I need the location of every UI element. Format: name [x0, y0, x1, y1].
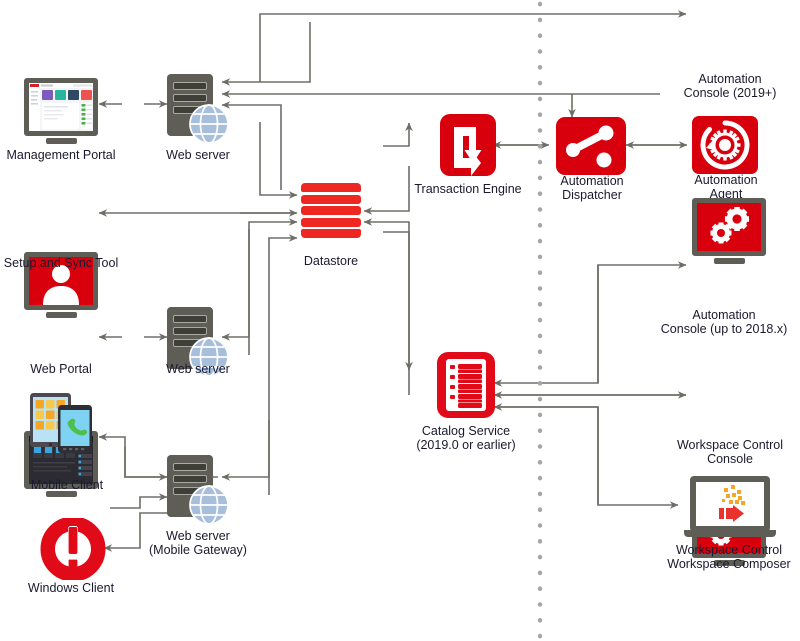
edge-webserver-to-datastore	[259, 122, 298, 199]
node-label-web-server-mid: Web server	[166, 362, 230, 376]
datastore-stack-icon	[301, 183, 361, 245]
server-bay	[173, 475, 207, 483]
node-label-datastore: Datastore	[303, 254, 359, 268]
edge-catalog-to-workspace-composer	[494, 406, 679, 509]
node-label-web-server-mobile-gateway: Web server (Mobile Gateway)	[149, 529, 247, 557]
node-workspace-composer[interactable]	[684, 476, 776, 538]
server-bay	[173, 463, 207, 471]
node-label-automation-dispatcher: Automation Dispatcher	[560, 174, 624, 202]
architecture-diagram: Management Portal Web server Setup and S…	[0, 0, 800, 641]
transaction-arrow-icon	[440, 114, 496, 176]
node-management-portal[interactable]	[24, 78, 98, 144]
node-label-automation-console-2018: Automation Console (up to 2018.x)	[660, 308, 788, 336]
node-automation-agent[interactable]	[692, 116, 758, 174]
catalog-document-icon	[437, 352, 495, 418]
edge-gateway-to-datastore	[268, 234, 298, 495]
edge-datastore-to-catalog-down	[383, 231, 413, 371]
edge-catalog-to-datastore	[363, 218, 410, 395]
node-label-web-server-top: Web server	[166, 148, 230, 162]
node-automation-dispatcher[interactable]	[556, 117, 626, 175]
node-label-transaction-engine: Transaction Engine	[414, 182, 522, 196]
dispatcher-nodes-icon	[556, 117, 626, 175]
monitor-stand	[46, 138, 77, 144]
node-label-workspace-composer: Workspace Control Workspace Composer	[667, 543, 791, 571]
server-bay	[173, 327, 207, 335]
node-label-windows-client: Windows Client	[27, 581, 115, 595]
server-bay	[173, 94, 207, 102]
edge-down-into-webserver-1	[221, 22, 311, 86]
node-label-setup-and-sync-tool: Setup and Sync Tool	[3, 256, 119, 270]
monitor-stand	[714, 258, 745, 264]
monitor-stand	[46, 312, 77, 318]
edge-transaction-engine-to-datastore	[363, 166, 410, 215]
node-windows-client[interactable]	[40, 518, 106, 580]
edge-mobile-client-to-gateway	[124, 447, 168, 481]
edge-datastore-to-gateway	[221, 420, 270, 481]
tablet-phone-icon	[30, 393, 92, 453]
node-label-automation-agent: Automation Agent	[694, 173, 758, 201]
node-web-server-mobile-gateway[interactable]	[167, 455, 229, 525]
globe-icon	[189, 485, 229, 525]
edge-datastore-to-transaction-engine-up	[383, 122, 413, 147]
laptop-composer-icon	[690, 476, 770, 532]
monitor-dashboard-icon	[24, 78, 98, 136]
server-bay	[173, 82, 207, 90]
laptop-base	[684, 530, 776, 537]
gear-circle-icon	[692, 116, 758, 174]
node-label-management-portal: Management Portal	[6, 148, 116, 162]
node-label-web-portal: Web Portal	[30, 362, 92, 376]
node-label-automation-console-2019: Automation Console (2019+)	[683, 72, 777, 100]
node-automation-console-2019[interactable]	[692, 198, 766, 264]
node-mobile-client[interactable]	[28, 392, 104, 454]
red-exclamation-circle-icon	[40, 518, 106, 580]
node-label-workspace-control-console: Workspace Control Console	[676, 438, 784, 466]
node-label-catalog-service: Catalog Service (2019.0 or earlier)	[416, 424, 516, 452]
globe-icon	[189, 104, 229, 144]
server-bay	[173, 315, 207, 323]
node-datastore[interactable]	[301, 183, 361, 249]
monitor-gears-icon	[692, 198, 766, 256]
node-catalog-service[interactable]	[437, 352, 495, 418]
node-transaction-engine[interactable]	[440, 114, 496, 176]
edge-windows-client-to-gateway	[110, 493, 168, 509]
node-web-server-top[interactable]	[167, 74, 229, 144]
edge-workspace-composer-to-catalog	[493, 403, 599, 505]
edge-webserver-to-automation-console-2019	[259, 10, 687, 82]
edge-webserver-mid-to-datastore	[248, 218, 298, 355]
edge-automation-console-2018-to-catalog	[493, 265, 599, 387]
node-label-mobile-client: Mobile Client	[30, 478, 104, 492]
